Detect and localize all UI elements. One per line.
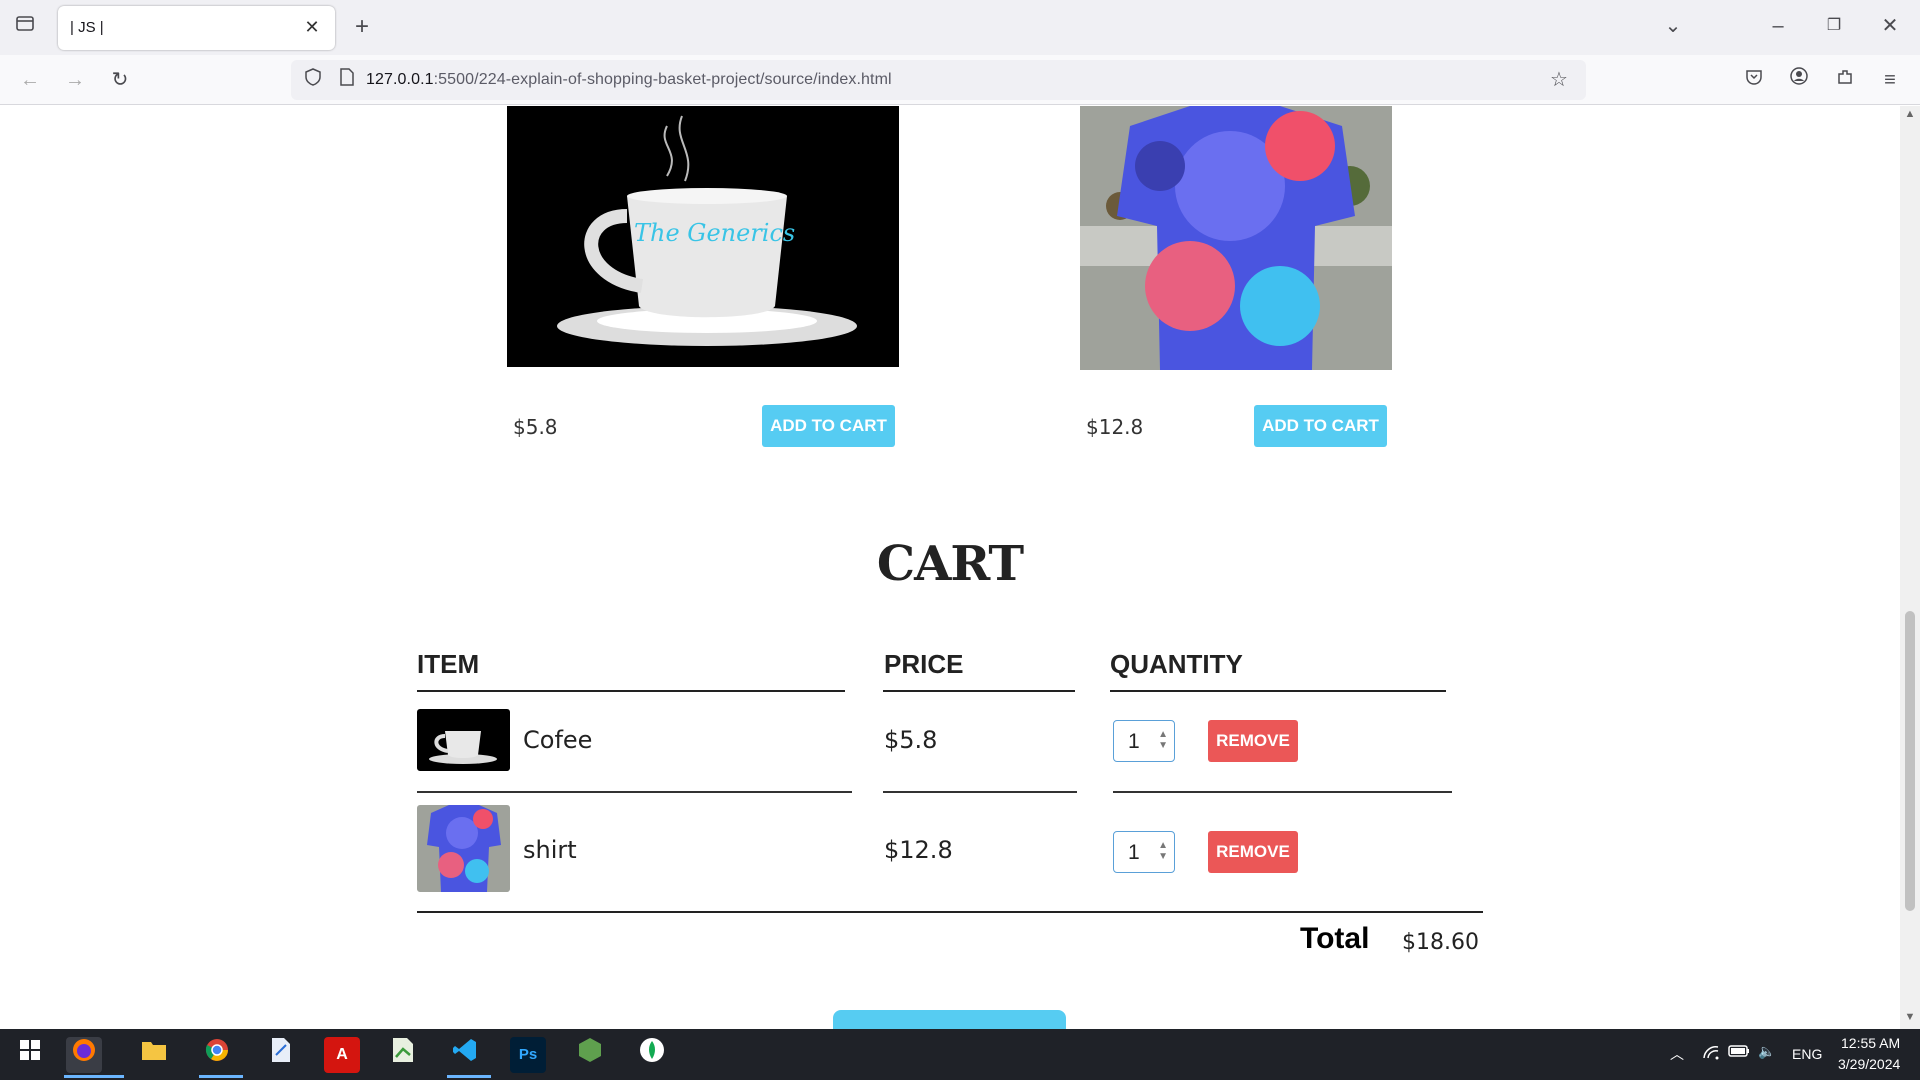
product-price: $12.8 [1086,415,1144,439]
page-icon[interactable] [331,64,363,96]
menu-icon[interactable]: ≡ [1874,64,1906,96]
cart-item-name: shirt [523,836,577,864]
spinner-arrows-icon[interactable]: ▲ ▼ [1158,840,1168,862]
quantity-value: 1 [1128,730,1140,753]
scrollbar-thumb[interactable] [1905,611,1915,911]
quantity-stepper[interactable]: 1 ▲ ▼ [1113,720,1175,762]
header-item: ITEM [417,649,480,679]
clock-date[interactable]: 3/29/2024 [1838,1056,1900,1072]
shield-icon[interactable] [297,64,329,96]
firefox-icon[interactable] [66,1037,102,1073]
language-indicator[interactable]: ENG [1792,1046,1822,1062]
remove-button[interactable]: REMOVE [1208,831,1298,873]
product-image-cofee: The Generics [507,106,899,367]
add-to-cart-button[interactable]: ADD TO CART [762,405,895,447]
restore-icon[interactable]: ❐ [1818,10,1850,42]
forward-icon[interactable]: → [59,64,91,96]
close-tab-icon[interactable]: ✕ [299,14,325,40]
active-app-indicator [199,1075,243,1078]
cart-title: CART [876,536,1024,592]
active-app-indicator [447,1075,491,1078]
row-divider [883,791,1077,793]
quantity-stepper[interactable]: 1 ▲ ▼ [1113,831,1175,873]
bookmark-star-icon[interactable]: ☆ [1543,64,1575,96]
document-editor-icon[interactable] [263,1037,299,1073]
coffee-logo-text: The Generics [634,219,796,247]
active-app-indicator [64,1075,124,1078]
new-tab-icon[interactable]: + [346,11,378,43]
tab-list-icon[interactable] [9,11,41,43]
total-label: Total [1300,922,1370,955]
url-text[interactable]: 127.0.0.1:5500/224-explain-of-shopping-b… [366,71,892,89]
account-icon[interactable] [1783,64,1815,96]
browser-tab[interactable]: | JS | ✕ [58,6,335,50]
scroll-up-icon[interactable]: ▲ [1903,108,1917,122]
header-quantity: QUANTITY [1110,649,1243,679]
vscode-icon[interactable] [447,1037,483,1073]
nodejs-icon[interactable] [572,1037,608,1073]
header-divider [883,690,1075,692]
extensions-icon[interactable] [1829,64,1861,96]
close-window-icon[interactable]: ✕ [1874,10,1906,42]
row-divider [417,791,852,793]
mongodb-icon[interactable] [634,1037,670,1073]
total-value: $18.60 [1402,930,1479,955]
file-explorer-icon[interactable] [136,1037,172,1073]
reload-icon[interactable]: ↻ [104,64,136,96]
volume-icon[interactable]: 🔈 [1758,1043,1775,1060]
url-path: :5500/224-explain-of-shopping-basket-pro… [433,71,892,88]
pocket-icon[interactable] [1738,64,1770,96]
browser-tab-bar: | JS | ✕ + ⌄ – ❐ ✕ [0,0,1920,55]
tab-title: | JS | [70,19,104,36]
cart-item-name: Cofee [523,726,593,754]
url-bar[interactable]: 127.0.0.1:5500/224-explain-of-shopping-b… [291,60,1586,100]
chevron-down-icon[interactable]: ⌄ [1657,10,1689,42]
chrome-icon[interactable] [199,1037,235,1073]
product-image-shirt [1080,106,1392,370]
row-divider [1113,791,1452,793]
cart-item-thumbnail [417,709,510,771]
total-divider [417,911,1483,913]
minimize-icon[interactable]: – [1762,10,1794,42]
page-content: The Generics $5.8 ADD TO CART $12.8 ADD … [0,106,1900,1029]
acrobat-reader-icon[interactable]: A [324,1037,360,1073]
windows-start-icon[interactable] [12,1037,48,1073]
cart-item-price: $12.8 [884,836,953,864]
spinner-arrows-icon[interactable]: ▲ ▼ [1158,729,1168,751]
back-icon[interactable]: ← [14,64,46,96]
cart-item-price: $5.8 [884,726,938,754]
scroll-down-icon[interactable]: ▼ [1903,1011,1917,1025]
purchase-button[interactable] [833,1010,1066,1029]
header-price: PRICE [884,649,964,679]
url-host: 127.0.0.1 [366,71,434,88]
page-scrollbar[interactable]: ▲ ▼ [1900,106,1920,1029]
remove-button[interactable]: REMOVE [1208,720,1298,762]
battery-icon[interactable] [1728,1044,1750,1061]
header-divider [1110,690,1446,692]
quantity-value: 1 [1128,841,1140,864]
windows-taskbar: A Ps ︿ 🔈 ENG 12:55 AM 3/29/2024 [0,1029,1920,1080]
network-icon[interactable] [1702,1044,1720,1063]
show-hidden-icons[interactable]: ︿ [1670,1044,1684,1064]
cart-item-thumbnail [417,805,510,892]
header-divider [417,690,845,692]
spreadsheet-icon[interactable] [385,1037,421,1073]
clock-time[interactable]: 12:55 AM [1841,1035,1900,1051]
photoshop-icon[interactable]: Ps [510,1037,546,1073]
add-to-cart-button[interactable]: ADD TO CART [1254,405,1387,447]
product-price: $5.8 [513,415,558,439]
